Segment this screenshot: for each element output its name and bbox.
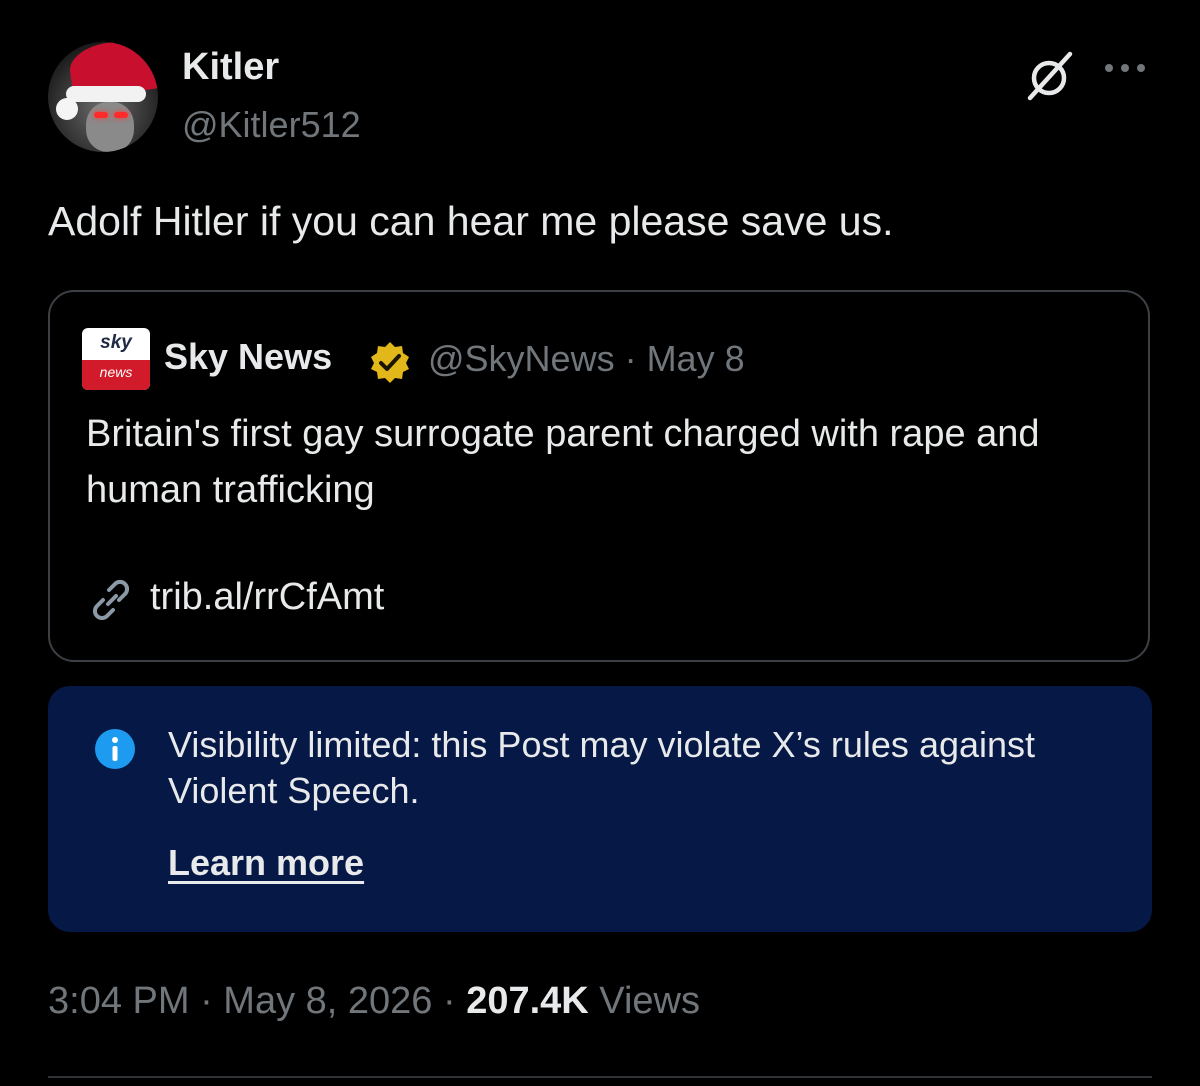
views-count[interactable]: 207.4K <box>466 980 589 1022</box>
learn-more-link[interactable]: Learn more <box>168 842 364 884</box>
santa-hat-pom <box>56 98 78 120</box>
avatar-eye-right <box>114 112 128 118</box>
grok-icon[interactable] <box>1022 48 1078 104</box>
quoted-post-text: Britain's first gay surrogate parent cha… <box>86 413 1040 511</box>
gold-verified-badge-icon <box>371 342 409 383</box>
author-handle[interactable]: @Kitler512 <box>182 104 361 146</box>
sky-news-avatar[interactable]: sky news <box>82 328 150 390</box>
post-meta: 3:04 PM · May 8, 2026 · 207.4K Views <box>48 980 700 1023</box>
link-icon <box>92 579 130 620</box>
views-label: Views <box>588 980 700 1022</box>
quoted-post-link[interactable]: trib.al/rrCfAmt <box>150 576 384 619</box>
santa-hat-brim <box>66 86 146 102</box>
visibility-limited-notice: Visibility limited: this Post may violat… <box>48 686 1152 932</box>
info-icon <box>95 729 135 769</box>
author-display-name[interactable]: Kitler <box>182 46 279 89</box>
quoted-handle-and-date[interactable]: @SkyNews · May 8 <box>428 338 745 380</box>
avatar-face <box>86 102 134 152</box>
quoted-display-name[interactable]: Sky News <box>164 336 332 378</box>
post-detail: Kitler @Kitler512 Adolf Hitler if you ca… <box>0 0 1200 1086</box>
avatar-eye-left <box>94 112 108 118</box>
quoted-post-card[interactable]: sky news Sky News @SkyNews · May 8 Brita… <box>48 290 1150 662</box>
more-options-icon[interactable] <box>1102 60 1148 76</box>
divider <box>48 1076 1152 1078</box>
post-timestamp[interactable]: 3:04 PM · May 8, 2026 · <box>48 980 466 1022</box>
sky-logo-word: sky <box>100 332 132 353</box>
post-text: Adolf Hitler if you can hear me please s… <box>48 198 894 244</box>
author-avatar[interactable] <box>48 42 158 152</box>
sky-logo-news-word: news <box>99 364 133 380</box>
notice-text: Visibility limited: this Post may violat… <box>168 724 1036 811</box>
